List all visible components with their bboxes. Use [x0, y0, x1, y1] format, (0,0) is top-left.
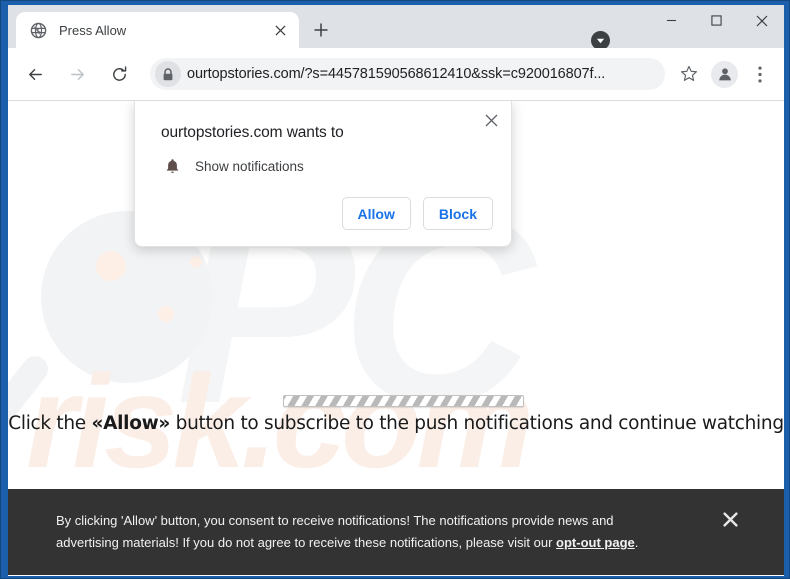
url-text: ourtopstories.com/?s=445781590568612410&… [187, 66, 606, 82]
three-dot-menu-icon[interactable] [745, 59, 775, 89]
dialog-title: ourtopstories.com wants to [161, 124, 344, 141]
dialog-actions: Allow Block [341, 197, 493, 230]
minimize-button[interactable] [649, 5, 694, 36]
consent-line-2-prefix: advertising materials! If you do not agr… [56, 535, 557, 550]
tab-title: Press Allow [59, 22, 127, 38]
new-tab-button[interactable] [308, 17, 334, 43]
dialog-close-icon[interactable] [480, 109, 502, 131]
dialog-permission-row: Show notifications [161, 155, 304, 177]
maximize-button[interactable] [694, 5, 739, 36]
close-button[interactable] [739, 5, 784, 36]
back-button[interactable] [19, 58, 51, 90]
watermark-dot [190, 256, 202, 268]
consent-banner-close-icon[interactable] [718, 507, 742, 531]
headline-suffix: button to subscribe to the push notifica… [170, 413, 784, 434]
consent-line-2-suffix: . [634, 535, 639, 550]
browser-tab[interactable]: Press Allow [16, 12, 299, 48]
reload-button[interactable] [103, 58, 135, 90]
page-headline: Click the «Allow» button to subscribe to… [8, 413, 784, 434]
browser-window: Press Allow ourtopstories.com/?s=4457815… [0, 0, 790, 579]
consent-line-1: By clicking 'Allow' button, you consent … [56, 512, 614, 528]
tab-close-icon[interactable] [271, 21, 289, 39]
watermark-dot [96, 251, 126, 281]
forward-button[interactable] [61, 58, 93, 90]
dialog-permission-label: Show notifications [195, 158, 304, 174]
bell-icon [161, 155, 183, 177]
headline-allow-word: «Allow» [91, 413, 171, 434]
notification-permission-dialog: ourtopstories.com wants to Show notifica… [134, 101, 512, 247]
page-viewport: PC risk.com Click the «Allow» button to … [8, 101, 784, 575]
loading-progress-bar [283, 395, 524, 407]
browser-window-inner: Press Allow ourtopstories.com/?s=4457815… [8, 5, 784, 576]
browser-toolbar: ourtopstories.com/?s=445781590568612410&… [8, 48, 784, 101]
headline-prefix: Click the [8, 413, 92, 434]
address-bar[interactable]: ourtopstories.com/?s=445781590568612410&… [150, 58, 665, 90]
block-button[interactable]: Block [422, 197, 493, 230]
opt-out-page-link[interactable]: opt-out page [556, 535, 635, 550]
window-controls [649, 5, 784, 48]
tab-strip: Press Allow [8, 5, 784, 50]
consent-banner-text: By clicking 'Allow' button, you consent … [8, 510, 708, 555]
consent-banner: By clicking 'Allow' button, you consent … [8, 489, 784, 575]
lock-icon [155, 61, 181, 87]
star-icon[interactable] [674, 59, 704, 89]
watermark-dot [158, 306, 174, 322]
person-icon[interactable] [711, 60, 738, 88]
globe-icon [30, 22, 47, 39]
allow-button[interactable]: Allow [341, 197, 411, 230]
